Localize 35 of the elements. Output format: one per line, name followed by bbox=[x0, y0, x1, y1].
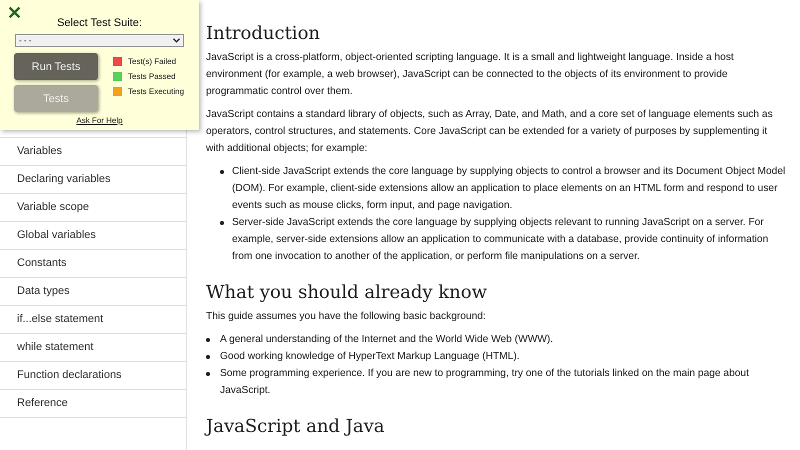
sidebar-item[interactable]: while statement bbox=[0, 334, 186, 362]
sidebar-item[interactable]: Declaring variables bbox=[0, 166, 186, 194]
bullet-icon bbox=[206, 338, 210, 342]
section-heading: JavaScript and Java bbox=[206, 415, 386, 439]
section-heading: Introduction bbox=[206, 22, 321, 46]
bullet-icon bbox=[220, 220, 224, 224]
list-item: Server-side JavaScript extends the core language by supplying objects relevant to running JavaScript on a server. For example, server-side extensions allow an application to communicate with a database, provide continuity of information from one invocation to another of the application, or perform file manipulations on a server. bbox=[232, 216, 770, 264]
paragraph: This guide assumes you have the following basic background: bbox=[206, 310, 487, 324]
list-item: A general understanding of the Internet and the World Wide Web (WWW). bbox=[220, 333, 554, 347]
list-item: Client-side JavaScript extends the core language by supplying objects to control a browser and its Document Object Model (DOM). For example, client-side extensions allow an application to place elements on an HTML form and respond to user events such as mouse clicks, form input, and page navigation. bbox=[232, 165, 786, 213]
legend-label: Test(s) Failed bbox=[128, 57, 176, 66]
section-heading: What you should already know bbox=[206, 281, 488, 305]
sidebar-item[interactable]: Data types bbox=[0, 278, 186, 306]
select-label: Select Test Suite: bbox=[56, 17, 143, 29]
bullet-icon bbox=[220, 170, 224, 174]
sidebar-item[interactable]: if...else statement bbox=[0, 306, 186, 334]
paragraph: JavaScript contains a standard library of objects, such as Array, Date, and Math, and a core set of language elements such as operators, control structures, and statements. Core JavaScript can be extended for a variety of purposes by supplementing it with additional objects; for example: bbox=[206, 108, 774, 156]
sidebar-item[interactable]: Reference bbox=[0, 390, 186, 418]
caret-icon bbox=[173, 38, 180, 43]
bullet-icon bbox=[206, 372, 210, 376]
list-item: Good working knowledge of HyperText Markup Language (HTML). bbox=[220, 350, 520, 364]
suite-select[interactable]: - - - bbox=[15, 34, 184, 47]
legend-label: Tests Passed bbox=[128, 72, 176, 81]
test-button[interactable]: Run Tests bbox=[14, 53, 98, 80]
sidebar-item[interactable]: Function declarations bbox=[0, 362, 186, 390]
sidebar-item[interactable]: Variables bbox=[0, 138, 186, 166]
sidebar-item[interactable]: Variable scope bbox=[0, 194, 186, 222]
list-item: Some programming experience. If you are new to programming, try one of the tutorials linked on the main page about JavaScript. bbox=[220, 367, 750, 398]
sidebar-item[interactable]: Constants bbox=[0, 250, 186, 278]
paragraph: JavaScript is a cross-platform, object-oriented scripting language. It is a small and lightweight language. Inside a host environment (for example, a web browser), JavaScript can be connected to the objects of its environment to provide programmatic control over them. bbox=[206, 51, 735, 99]
help-link[interactable]: Ask For Help bbox=[76, 116, 123, 125]
sidebar-item[interactable]: Global variables bbox=[0, 222, 186, 250]
bullet-icon bbox=[206, 354, 210, 358]
legend-label: Tests Executing bbox=[128, 87, 184, 96]
close-icon[interactable]: ✕ bbox=[7, 2, 22, 24]
